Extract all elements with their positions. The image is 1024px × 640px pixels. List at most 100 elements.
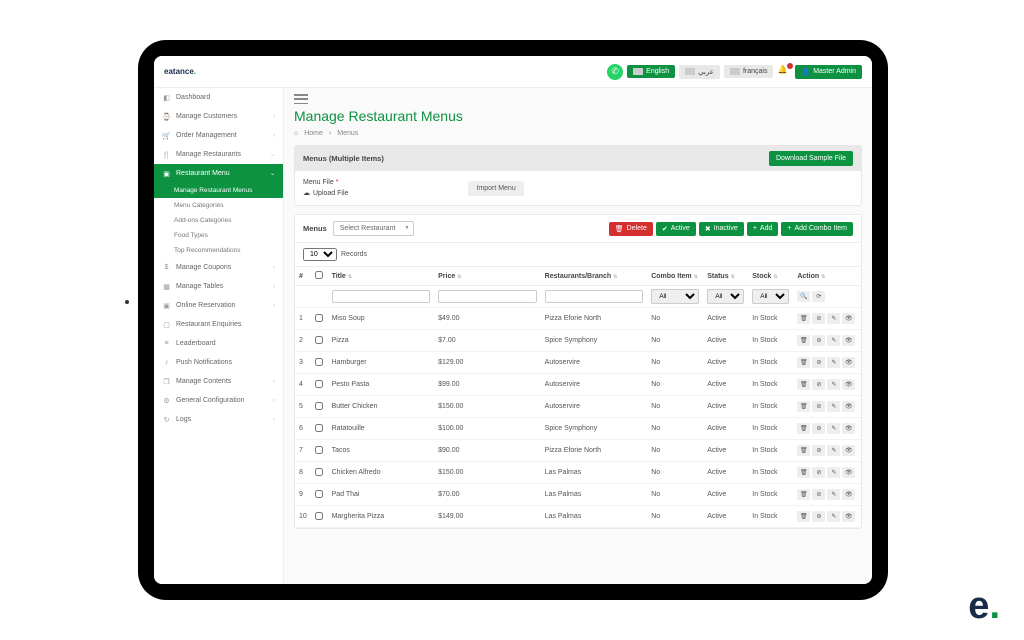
row-action-icon[interactable]: ⊘ — [812, 423, 825, 434]
row-checkbox[interactable] — [315, 490, 323, 498]
row-action-icon[interactable]: ✎ — [827, 423, 840, 434]
row-action-icon[interactable]: 🗑 — [797, 357, 810, 368]
sidebar-item[interactable]: ⌚Manage Customers‹ — [154, 107, 283, 126]
row-action-icon[interactable]: ⊘ — [812, 313, 825, 324]
row-action-icon[interactable]: ✎ — [827, 335, 840, 346]
lang-عربي[interactable]: عربي — [679, 65, 720, 79]
download-sample-button[interactable]: Download Sample File — [769, 151, 853, 166]
sidebar-item[interactable]: 🛒Order Management‹ — [154, 126, 283, 145]
add-combo-item-button[interactable]: +Add Combo Item — [781, 222, 853, 236]
row-action-icon[interactable]: 🗑 — [797, 335, 810, 346]
filter-restaurant[interactable] — [545, 290, 644, 303]
filter-title[interactable] — [332, 290, 431, 303]
breadcrumb-home[interactable]: Home — [304, 130, 323, 137]
row-checkbox[interactable] — [315, 402, 323, 410]
row-action-icon[interactable]: ⊘ — [812, 511, 825, 522]
row-action-icon[interactable]: ⊘ — [812, 401, 825, 412]
sidebar-item[interactable]: ❐Manage Contents‹ — [154, 372, 283, 391]
column-header[interactable]: Status⇅ — [703, 267, 748, 286]
sidebar-item[interactable]: ↻Logs‹ — [154, 410, 283, 429]
row-action-icon[interactable]: 👁 — [842, 445, 855, 456]
row-action-icon[interactable]: 🗑 — [797, 401, 810, 412]
whatsapp-icon[interactable]: ✆ — [607, 64, 623, 80]
sidebar-item[interactable]: Add-ons Categories — [154, 213, 283, 228]
column-header[interactable] — [311, 267, 327, 286]
filter-combo[interactable]: All — [651, 289, 699, 304]
row-checkbox[interactable] — [315, 446, 323, 454]
sidebar-item[interactable]: ▢Restaurant Enquiries — [154, 315, 283, 334]
row-checkbox[interactable] — [315, 468, 323, 476]
row-action-icon[interactable]: 🗑 — [797, 423, 810, 434]
row-action-icon[interactable]: 👁 — [842, 401, 855, 412]
select-restaurant-dropdown[interactable]: Select Restaurant — [333, 221, 415, 236]
sidebar-item[interactable]: $Manage Coupons‹ — [154, 258, 283, 277]
refresh-icon[interactable]: ⟳ — [812, 291, 825, 302]
sidebar-item[interactable]: Menu Categories — [154, 198, 283, 213]
row-action-icon[interactable]: ⊘ — [812, 379, 825, 390]
row-action-icon[interactable]: 🗑 — [797, 445, 810, 456]
sidebar-item[interactable]: Top Recommendations — [154, 243, 283, 258]
row-action-icon[interactable]: ⊘ — [812, 467, 825, 478]
column-header[interactable]: Title⇅ — [328, 267, 435, 286]
sidebar-item[interactable]: Manage Restaurant Menus — [154, 183, 283, 198]
home-icon[interactable]: ⌂ — [294, 130, 298, 137]
lang-français[interactable]: français — [724, 65, 774, 78]
row-action-icon[interactable]: 👁 — [842, 489, 855, 500]
hamburger-icon[interactable] — [294, 94, 308, 104]
sidebar-item[interactable]: ◧Dashboard — [154, 88, 283, 107]
sidebar-item[interactable]: Food Types — [154, 228, 283, 243]
row-action-icon[interactable]: 🗑 — [797, 467, 810, 478]
row-action-icon[interactable]: 🗑 — [797, 489, 810, 500]
row-checkbox[interactable] — [315, 380, 323, 388]
row-action-icon[interactable]: 🗑 — [797, 379, 810, 390]
row-action-icon[interactable]: ✎ — [827, 467, 840, 478]
row-action-icon[interactable]: ✎ — [827, 489, 840, 500]
row-action-icon[interactable]: ✎ — [827, 313, 840, 324]
bell-icon[interactable]: 🔔 — [777, 65, 791, 79]
row-checkbox[interactable] — [315, 336, 323, 344]
sidebar-item[interactable]: ♪Push Notifications — [154, 353, 283, 372]
row-action-icon[interactable]: ✎ — [827, 445, 840, 456]
column-header[interactable]: Combo Item⇅ — [647, 267, 703, 286]
row-checkbox[interactable] — [315, 424, 323, 432]
row-checkbox[interactable] — [315, 314, 323, 322]
filter-status[interactable]: All — [707, 289, 744, 304]
row-checkbox[interactable] — [315, 358, 323, 366]
sidebar-item[interactable]: ≡Leaderboard — [154, 334, 283, 353]
row-action-icon[interactable]: ✎ — [827, 357, 840, 368]
sidebar-item[interactable]: ▣Restaurant Menu⌄ — [154, 164, 283, 183]
search-icon[interactable]: 🔍 — [797, 291, 810, 302]
user-badge[interactable]: 👤Master Admin — [795, 65, 862, 79]
row-action-icon[interactable]: ✎ — [827, 401, 840, 412]
lang-english[interactable]: English — [627, 65, 675, 78]
filter-price[interactable] — [438, 290, 537, 303]
add-button[interactable]: +Add — [747, 222, 779, 236]
row-action-icon[interactable]: 🗑 — [797, 511, 810, 522]
row-action-icon[interactable]: 👁 — [842, 423, 855, 434]
sidebar-item[interactable]: ⚙General Configuration‹ — [154, 391, 283, 410]
row-action-icon[interactable]: ✎ — [827, 379, 840, 390]
delete-button[interactable]: 🗑Delete — [609, 222, 653, 236]
column-header[interactable]: # — [295, 267, 311, 286]
filter-stock[interactable]: All — [752, 289, 789, 304]
row-action-icon[interactable]: 👁 — [842, 313, 855, 324]
page-size-select[interactable]: 10 — [303, 248, 337, 261]
row-action-icon[interactable]: 👁 — [842, 511, 855, 522]
sidebar-item[interactable]: 🍴Manage Restaurants⌄ — [154, 145, 283, 164]
row-action-icon[interactable]: ⊘ — [812, 489, 825, 500]
row-action-icon[interactable]: ⊘ — [812, 445, 825, 456]
select-all-checkbox[interactable] — [315, 271, 323, 279]
row-action-icon[interactable]: 👁 — [842, 335, 855, 346]
row-action-icon[interactable]: 👁 — [842, 467, 855, 478]
sidebar-item[interactable]: ▦Manage Tables‹ — [154, 277, 283, 296]
active-button[interactable]: ✔Active — [656, 222, 696, 236]
column-header[interactable]: Stock⇅ — [748, 267, 793, 286]
row-action-icon[interactable]: ⊘ — [812, 357, 825, 368]
row-action-icon[interactable]: 🗑 — [797, 313, 810, 324]
row-action-icon[interactable]: 👁 — [842, 357, 855, 368]
sidebar-item[interactable]: ▣Online Reservation‹ — [154, 296, 283, 315]
row-action-icon[interactable]: ✎ — [827, 511, 840, 522]
row-checkbox[interactable] — [315, 512, 323, 520]
row-action-icon[interactable]: ⊘ — [812, 335, 825, 346]
inactive-button[interactable]: ✖Inactive — [699, 222, 744, 236]
